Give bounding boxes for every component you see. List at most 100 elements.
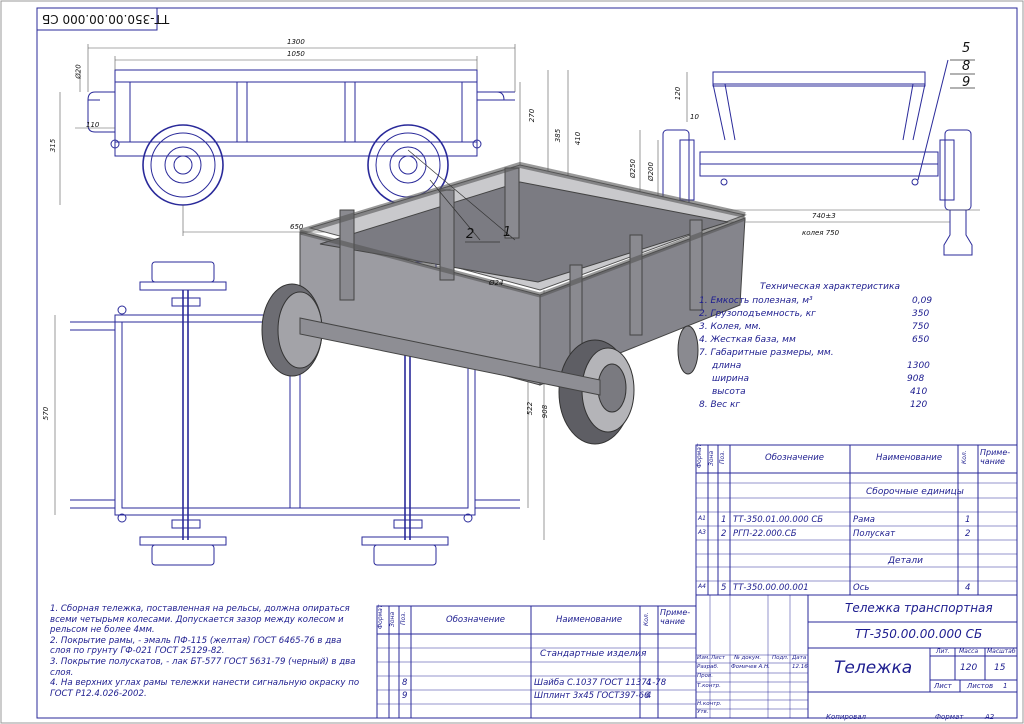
spec-left-header-pos: Поз. (400, 611, 407, 625)
spec-cell-qty: 4 (965, 583, 971, 593)
spec-cell-format: А4 (698, 583, 706, 590)
dim-200: Ø200 (646, 162, 655, 181)
spec-cell-designation: ТТ-350.00.00.001 (733, 583, 809, 593)
spec-cell-pos: 1 (721, 515, 727, 525)
note-item: 1. Сборная тележка, поставленная на рель… (50, 604, 350, 636)
dim-1300: 1300 (287, 38, 305, 46)
spec-cell-name: Ось (853, 583, 870, 593)
spec-cell-qty: 2 (965, 529, 971, 539)
label-sheet: Лист (934, 682, 952, 690)
dim-385: 385 (554, 128, 563, 143)
callout-2: 2 (466, 227, 475, 242)
spec-left-cell-qty: 4 (646, 691, 652, 701)
callout-5: 5 (962, 41, 971, 56)
dim-315: 315 (49, 138, 58, 153)
tech-value: 908 (907, 374, 925, 384)
dim-250: Ø250 (628, 159, 637, 178)
spec-cell-name: Рама (853, 515, 875, 525)
spec-cell-pos: 2 (721, 529, 727, 539)
tech-label: высота (712, 387, 746, 397)
tech-label: 8. Вес кг (699, 400, 741, 410)
spec-header-designation: Обозначение (765, 453, 824, 463)
dim-10: 10 (690, 113, 699, 121)
spec-left-cell-qty: 4 (646, 678, 652, 688)
spec-header-zone: Зона (708, 450, 715, 466)
dim-522: 522 (526, 401, 535, 416)
spec-header-note: Приме-чание (980, 448, 1011, 466)
tech-value: 120 (910, 400, 928, 410)
label-lit: Лит. (936, 648, 950, 655)
dim-120: 120 (674, 86, 683, 101)
dim-track: колея 750 (802, 229, 840, 237)
tech-title: Техническая характеристика (760, 282, 900, 292)
spec-left-header-format: Формат (377, 604, 384, 629)
tb-date: Дата (792, 655, 807, 661)
spec-cell-qty: 1 (965, 515, 971, 525)
tech-value: 0,09 (912, 296, 933, 306)
dim-110: 110 (86, 121, 100, 129)
spec-left-cell-name: Шплинт 3х45 ГОСТ397-66 (534, 691, 650, 701)
tech-label: 7. Габаритные размеры, мм. (699, 348, 834, 358)
label-mass: Масса (959, 648, 979, 655)
spec-left-header-designation: Обозначение (446, 615, 505, 625)
spec-left-header-note: Приме-чание (660, 608, 691, 626)
spec-cell-pos: 5 (721, 583, 727, 593)
title-product: Тележка транспортная (845, 601, 993, 615)
tb-sign: Подп. (772, 655, 789, 661)
technical-notes: 1. Сборная тележка, поставленная на рель… (50, 604, 360, 699)
dim-908: 908 (541, 404, 550, 419)
title-name: Тележка (834, 658, 913, 678)
tb-izm: Изм. (697, 655, 710, 661)
stamp-code: ТТ-350.00.00.000 СБ (42, 12, 170, 26)
spec-left-cell-pos: 9 (402, 691, 408, 701)
note-item: 2. Покрытие рамы, - эмаль ПФ-115 (желтая… (50, 635, 342, 657)
label-sheets: Листов (967, 682, 994, 690)
spec-section-assemblies: Сборочные единицы (866, 487, 964, 497)
tb-check: Пров. (697, 673, 713, 679)
label-format: Формат (935, 713, 964, 721)
dim-20: Ø20 (74, 64, 83, 79)
dim-1050: 1050 (287, 50, 305, 58)
tb-tcontr: Т.контр. (697, 683, 721, 689)
spec-cell-designation: РГП-22.000.СБ (733, 529, 797, 539)
tb-dev-name: Фомичев А.Н. (731, 664, 770, 670)
tech-value: 650 (912, 335, 930, 345)
label-scale: Масштаб (987, 648, 1016, 655)
tech-label: 2. Грузоподъемность, кг (699, 309, 816, 319)
dim-740: 740±3 (812, 212, 836, 220)
spec-section-parts: Детали (888, 556, 923, 566)
note-item: 3. Покрытие полускатов, - лак БТ-577 ГОС… (50, 656, 356, 678)
tb-approve: Утв. (697, 709, 709, 715)
value-scale: 15 (994, 663, 1006, 673)
spec-left-header-name: Наименование (556, 615, 623, 625)
title-code: ТТ-350.00.00.000 СБ (855, 627, 983, 641)
value-mass: 120 (960, 663, 978, 673)
tech-label: длина (712, 361, 742, 371)
tech-label: 1. Емкость полезная, м³ (699, 296, 813, 306)
isometric-view (261, 161, 747, 445)
tech-value: 1300 (907, 361, 930, 371)
spec-header-qty: Кол. (961, 450, 968, 464)
dim-570: 570 (42, 406, 51, 421)
dim-270: 270 (528, 108, 537, 123)
tb-dev: Разраб. (697, 664, 719, 670)
tb-ncontr: Н.контр. (697, 701, 722, 707)
callout-1: 1 (503, 225, 512, 240)
dim-24: Ø24 (489, 279, 504, 287)
note-item: 4. На верхних углах рамы тележки нанести… (50, 678, 360, 699)
tb-doc: № докум. (734, 655, 762, 661)
tech-value: 410 (910, 387, 928, 397)
spec-header-name: Наименование (876, 453, 943, 463)
spec-cell-format: А3 (698, 529, 706, 536)
tech-label: 4. Жесткая база, мм (699, 335, 796, 345)
tech-label: 3. Колея, мм. (699, 322, 762, 332)
drawing-sheet: ТТ-350.00.00.000 СБ 1300 1050 Ø20 110 31… (0, 0, 1024, 724)
tech-value: 750 (912, 322, 930, 332)
tech-label: ширина (712, 374, 750, 384)
dim-410: 410 (574, 131, 583, 146)
spec-left-header-qty: Кол. (643, 612, 650, 626)
dim-650: 650 (290, 223, 304, 231)
value-sheets: 1 (1003, 682, 1008, 690)
spec-left-cell-pos: 8 (402, 678, 408, 688)
spec-cell-designation: ТТ-350.01.00.000 СБ (733, 515, 824, 525)
